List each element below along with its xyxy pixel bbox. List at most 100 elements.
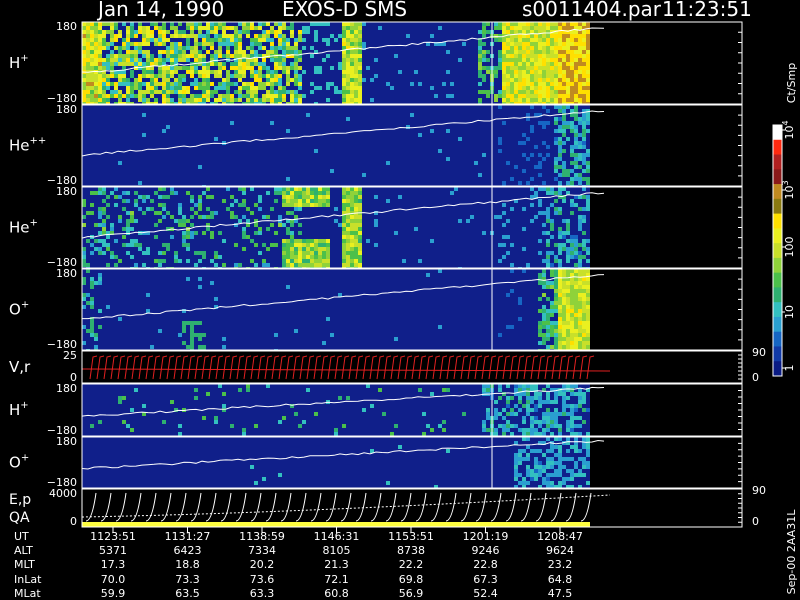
spectrogram-cell	[170, 215, 174, 219]
spectrogram-cell	[222, 392, 226, 396]
spectrogram-cell	[122, 243, 126, 247]
spectrogram-cell	[102, 199, 106, 203]
spectrogram-cell	[526, 74, 530, 78]
spectrogram-cell	[162, 22, 166, 26]
spectrogram-cell	[574, 461, 578, 465]
spectrogram-cell	[246, 384, 250, 388]
spectrogram-cell	[550, 98, 554, 102]
spectrogram-cell	[526, 469, 530, 473]
spectrogram-cell	[506, 98, 510, 102]
spectrogram-cell	[282, 195, 286, 199]
spectrogram-cell	[278, 54, 282, 58]
spectrogram-cell	[550, 54, 554, 58]
spectrogram-cell	[522, 78, 526, 82]
spectrogram-cell	[546, 54, 550, 58]
spectrogram-cell	[582, 437, 586, 441]
spectrogram-cell	[186, 231, 190, 235]
spectrogram-cell	[574, 66, 578, 70]
spectrogram-cell	[298, 207, 302, 211]
spectrogram-cell	[314, 263, 318, 267]
spectrogram-cell	[574, 98, 578, 102]
spectrogram-cell	[82, 215, 86, 219]
panel-label-superscript: +	[21, 300, 29, 311]
spectrogram-cell	[342, 219, 346, 223]
spectrogram-cell	[306, 259, 310, 263]
spectrogram-cell	[522, 432, 526, 436]
spectrogram-cell	[162, 243, 166, 247]
colorbar-segment	[773, 346, 782, 362]
spectrogram-cell	[274, 231, 278, 235]
spectrogram-cell	[574, 137, 578, 141]
spectrogram-cell	[550, 461, 554, 465]
spectrogram-cell	[506, 428, 510, 432]
spectrogram-cell	[586, 94, 590, 98]
spectrogram-cell	[310, 191, 314, 195]
spectrogram-cell	[550, 321, 554, 325]
spectrogram-cell	[306, 30, 310, 34]
spectrogram-cell	[186, 321, 190, 325]
spectrogram-cell	[578, 86, 582, 90]
spectrogram-cell	[558, 165, 562, 169]
spectrogram-cell	[586, 70, 590, 74]
spectrogram-cell	[574, 54, 578, 58]
footer-code: Sep-00 2AA31L	[785, 509, 798, 595]
spectrogram-cell	[526, 86, 530, 90]
spectrogram-cell	[114, 263, 118, 267]
spectrogram-cell	[274, 191, 278, 195]
spectrogram-cell	[534, 26, 538, 30]
spectrogram-cell	[218, 66, 222, 70]
spectrogram-cell	[526, 94, 530, 98]
spectrogram-cell	[546, 329, 550, 333]
spectrogram-cell	[118, 195, 122, 199]
spectrogram-cell	[558, 333, 562, 337]
spectrogram-cell	[82, 263, 86, 267]
spectrogram-cell	[270, 70, 274, 74]
spectrogram-cell	[206, 195, 210, 199]
spectrogram-cell	[338, 90, 342, 94]
spectrogram-cell	[494, 66, 498, 70]
spectrogram-cell	[286, 263, 290, 267]
spectrogram-cell	[258, 46, 262, 50]
spectrogram-cell	[570, 297, 574, 301]
spectrogram-cell	[294, 46, 298, 50]
spectrogram-cell	[550, 345, 554, 349]
spectrogram-cell	[238, 66, 242, 70]
spectrogram-cell	[522, 82, 526, 86]
spectrogram-cell	[278, 86, 282, 90]
spectrogram-cell	[578, 82, 582, 86]
spectrogram-cell	[166, 98, 170, 102]
spectrogram-cell	[398, 195, 402, 199]
spectrogram-cell	[510, 38, 514, 42]
spectrogram-cell	[226, 94, 230, 98]
spectrogram-cell	[86, 90, 90, 94]
spectrogram-cell	[358, 243, 362, 247]
spectrogram-cell	[478, 98, 482, 102]
spectrogram-cell	[558, 181, 562, 185]
spectrogram-cell	[582, 215, 586, 219]
spectrogram-cell	[558, 469, 562, 473]
spectrogram-cell	[586, 181, 590, 185]
spectrogram-cell	[110, 251, 114, 255]
spectrogram-cell	[530, 219, 534, 223]
spectrogram-cell	[542, 62, 546, 66]
spectrogram-cell	[482, 420, 486, 424]
spectrogram-cell	[202, 416, 206, 420]
spectrogram-cell	[582, 289, 586, 293]
spectrogram-cell	[98, 251, 102, 255]
spectrogram-cell	[258, 74, 262, 78]
spectrogram-cell	[586, 74, 590, 78]
spectrogram-cell	[578, 396, 582, 400]
spectrogram-cell	[518, 62, 522, 66]
spectrogram-cell	[130, 227, 134, 231]
spectrogram-cell	[222, 42, 226, 46]
spectrogram-cell	[546, 281, 550, 285]
spectrogram-cell	[354, 54, 358, 58]
spectrogram-cell	[582, 125, 586, 129]
spectrogram-cell	[342, 70, 346, 74]
spectrogram-cell	[238, 54, 242, 58]
spectrogram-cell	[242, 58, 246, 62]
spectrogram-cell	[566, 345, 570, 349]
spectrogram-cell	[514, 82, 518, 86]
spectrogram-cell	[298, 199, 302, 203]
spectrogram-cell	[354, 223, 358, 227]
